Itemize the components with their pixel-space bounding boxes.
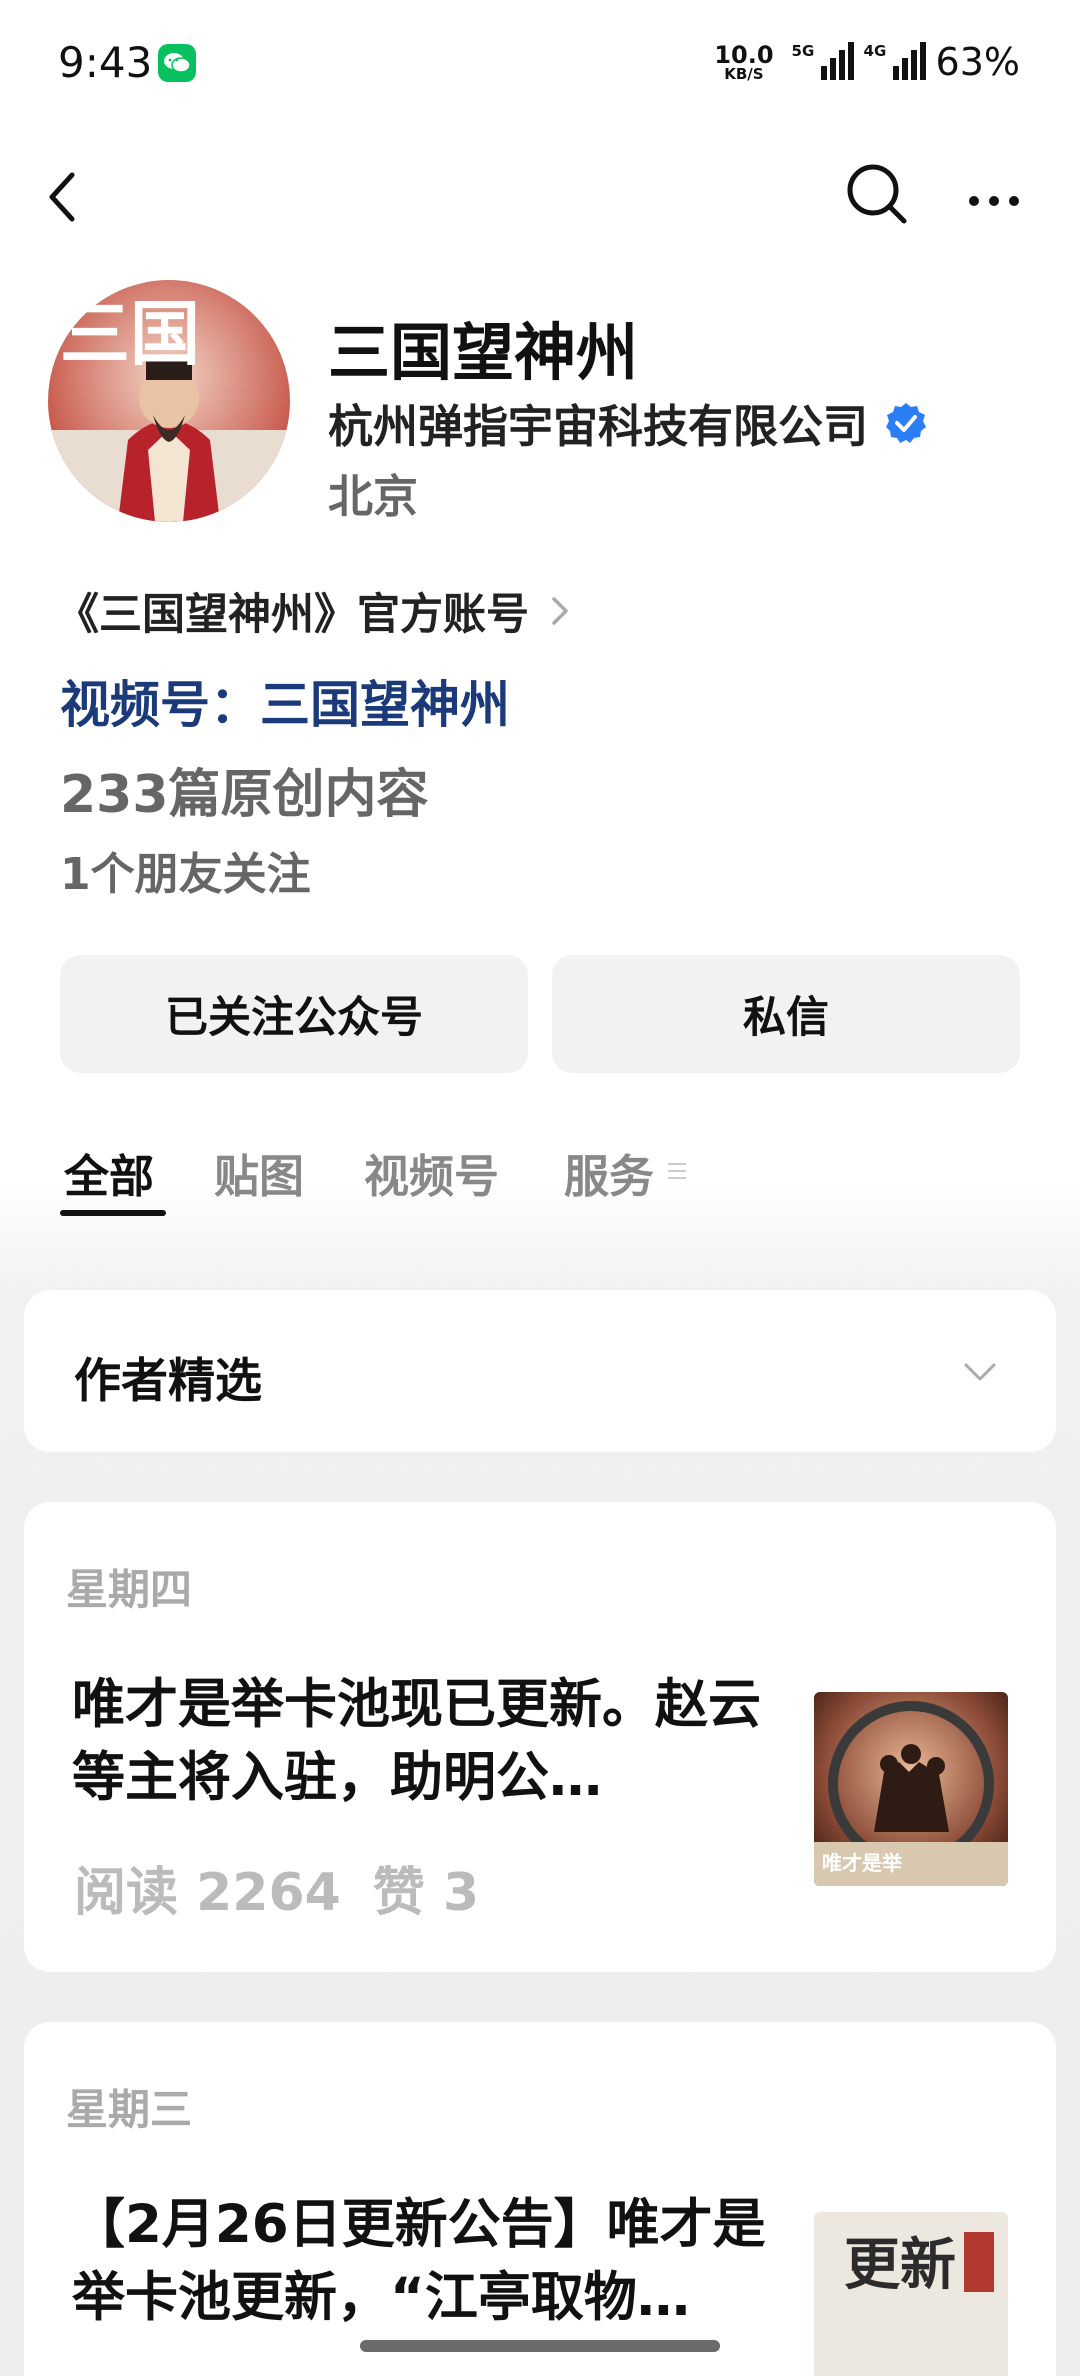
- search-button[interactable]: [842, 158, 912, 228]
- active-tab-indicator: [60, 1210, 166, 1216]
- wechat-icon: [158, 44, 196, 82]
- account-avatar-image: 三国: [48, 280, 290, 522]
- account-description-row[interactable]: 《三国望神州》官方账号: [56, 580, 573, 642]
- followed-button[interactable]: 已关注公众号: [60, 955, 528, 1073]
- tab-images[interactable]: 贴图: [214, 1140, 304, 1205]
- signal-5g-label: 5G: [791, 42, 815, 60]
- author-selection-title: 作者精选: [74, 1354, 262, 1409]
- article-count: 233篇原创内容: [60, 765, 429, 825]
- post-day: 星期三: [66, 2085, 193, 2134]
- more-button[interactable]: [962, 158, 1032, 228]
- signal-4g-label: 4G: [863, 42, 887, 60]
- post-read-count: 阅读 2264: [74, 1863, 341, 1923]
- battery-level: 63%: [935, 40, 1020, 84]
- status-indicators: 10.0 KB/S 5G 4G 63%: [714, 40, 1020, 84]
- avatar-text: 三国: [60, 292, 200, 375]
- chevron-down-icon: [964, 1363, 996, 1381]
- account-description: 《三国望神州》官方账号: [56, 590, 529, 640]
- video-channel-link[interactable]: 视频号：三国望神州: [60, 665, 510, 737]
- avatar[interactable]: 三国: [48, 280, 290, 522]
- post-title[interactable]: 唯才是举卡池现已更新。赵云等主将入驻，助明公…: [72, 1668, 792, 1814]
- network-speed: 10.0 KB/S: [714, 43, 773, 82]
- post-day: 星期四: [66, 1565, 193, 1614]
- tab-all[interactable]: 全部: [64, 1140, 154, 1205]
- post-thumbnail[interactable]: 唯才是举: [814, 1692, 1008, 1886]
- home-indicator[interactable]: [360, 2340, 720, 2352]
- post-thumbnail[interactable]: 更新: [814, 2212, 1008, 2376]
- thumbnail-text: 唯才是举: [822, 1851, 903, 1875]
- post-thumbnail-image: 唯才是举: [814, 1692, 1008, 1886]
- more-icon: [969, 196, 1019, 206]
- tab-services[interactable]: 服务: [564, 1140, 654, 1205]
- post-card[interactable]: 星期四 唯才是举卡池现已更新。赵云等主将入驻，助明公… 阅读 2264 赞 3 唯…: [24, 1502, 1056, 1972]
- author-selection-card[interactable]: 作者精选: [24, 1290, 1056, 1452]
- signal-4g-icon: 4G: [864, 42, 926, 82]
- content-tabs: 全部 贴图 视频号 服务: [0, 1140, 1080, 1220]
- signal-5g-icon: 5G: [792, 42, 854, 82]
- account-name: 三国望神州: [328, 316, 639, 389]
- message-button[interactable]: 私信: [552, 955, 1020, 1073]
- back-button[interactable]: [40, 160, 100, 230]
- chevron-right-icon: [552, 597, 568, 625]
- tab-video-channel[interactable]: 视频号: [364, 1140, 499, 1205]
- status-time: 9:43: [58, 38, 153, 87]
- friends-following[interactable]: 1个朋友关注: [60, 838, 311, 902]
- post-meta: 阅读 2264 赞 3: [74, 1850, 479, 1925]
- verified-badge-icon: [886, 402, 927, 443]
- post-thumbnail-image: 更新: [814, 2212, 1008, 2376]
- post-like-count: 赞 3: [372, 1863, 480, 1923]
- nav-bar: [0, 150, 1080, 240]
- search-icon: [847, 164, 907, 224]
- speed-unit: KB/S: [724, 64, 764, 83]
- post-card[interactable]: 星期三 【2月26日更新公告】唯才是举卡池更新，“江亭取物… 更新: [24, 2022, 1056, 2376]
- company-row[interactable]: 杭州弹指宇宙科技有限公司: [328, 390, 928, 455]
- speed-value: 10.0: [714, 40, 774, 69]
- post-title[interactable]: 【2月26日更新公告】唯才是举卡池更新，“江亭取物…: [72, 2188, 792, 2334]
- thumbnail-text: 更新: [844, 2232, 956, 2298]
- chevron-left-icon: [49, 172, 75, 222]
- status-bar: 9:43 10.0 KB/S 5G 4G 63%: [0, 0, 1080, 130]
- menu-icon[interactable]: [666, 1160, 688, 1182]
- location: 北京: [328, 470, 419, 523]
- company-name: 杭州弹指宇宙科技有限公司: [328, 400, 869, 453]
